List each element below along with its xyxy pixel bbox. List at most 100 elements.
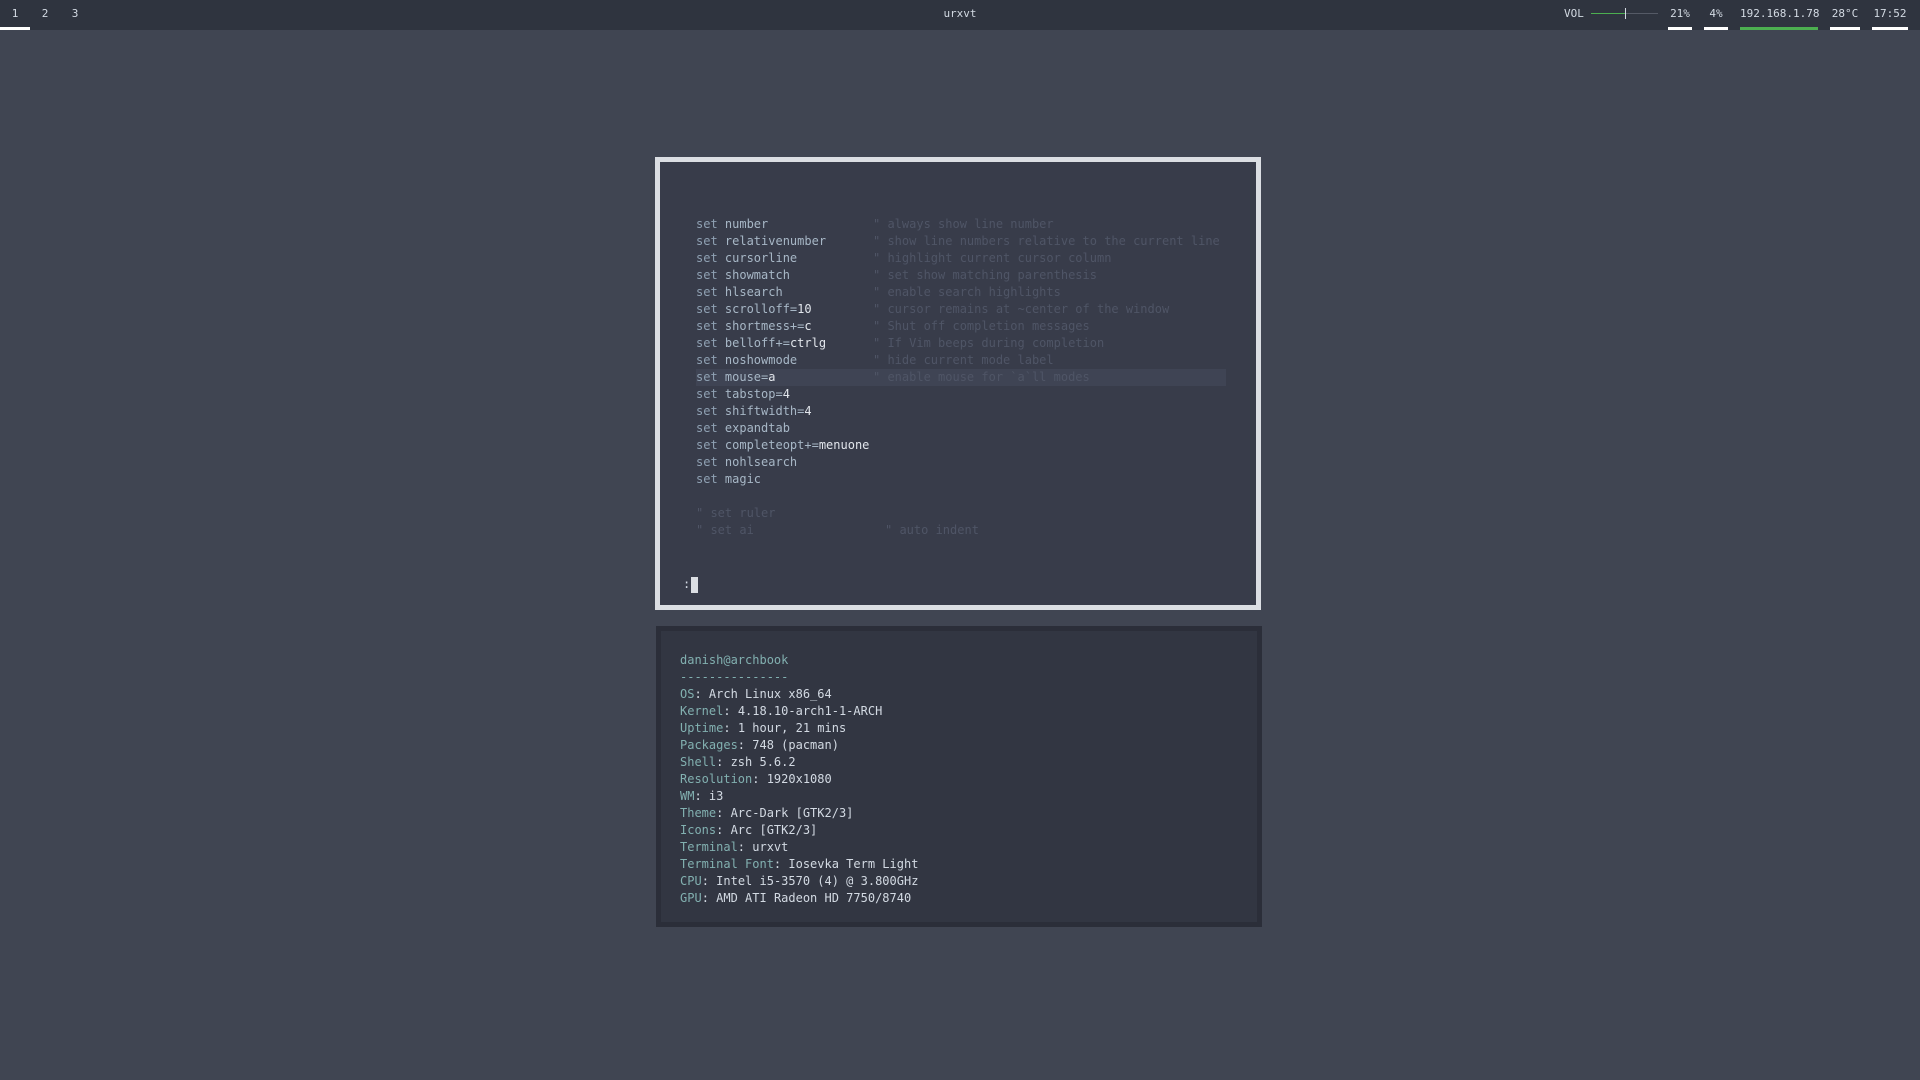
info-row: Packages: 748 (pacman) [680,737,918,754]
info-colon: : [723,721,738,735]
vim-comment: " hide current mode label [873,353,1054,367]
vim-keyword: set [696,336,725,350]
info-value: Arc [GTK2/3] [730,823,818,837]
info-value: 1 hour, 21 mins [737,721,847,735]
memory-usage: 4% [1709,7,1723,20]
vim-setting: set number [696,216,768,233]
vim-option: relativenumber [724,234,827,248]
info-colon: : [716,755,731,769]
info-key: Uptime [680,721,724,735]
info-key: Packages [680,738,738,752]
vim-line: set scrolloff=10 " cursor remains at ~cen… [696,301,1226,318]
vim-value: 4 [782,387,790,401]
vim-command-line[interactable]: : [683,576,699,593]
text-cursor [691,576,699,593]
network-underline [1740,27,1818,30]
volume-module[interactable]: VOL [1562,0,1662,30]
volume-slider-knob[interactable] [1625,8,1626,19]
vim-comment: " cursor remains at ~center of the windo… [873,302,1170,316]
vim-terminal-window[interactable]: set number " always show line number set r… [655,157,1261,610]
vim-comment: " If Vim beeps during completion [873,336,1105,350]
vim-line: set noshowmode " hide current mode label [696,352,1226,369]
info-value: i3 [708,789,724,803]
vim-line: set shiftwidth=4 [696,403,1226,420]
info-row: Kernel: 4.18.10-arch1-1-ARCH [680,703,918,720]
vim-setting: set cursorline [696,250,797,267]
vim-setting: set expandtab [696,420,790,437]
vim-line: set nohlsearch [696,454,1226,471]
info-value: urxvt [752,840,789,854]
info-colon: : [694,687,709,701]
info-key: Icons [680,823,717,837]
vim-comment: " Shut off completion messages [873,319,1090,333]
info-key: GPU [680,891,702,905]
info-value: 748 (pacman) [752,738,839,752]
vim-option: hlsearch [724,285,783,299]
info-row: Icons: Arc [GTK2/3] [680,822,918,839]
vim-setting: set shortmess+=c [696,318,812,335]
vim-setting: set showmatch [696,267,790,284]
info-row: WM: i3 [680,788,918,805]
vim-option: nohlsearch [724,455,798,469]
vim-line: set mouse=a " enable mouse for `a`ll mode… [696,369,1226,386]
volume-slider-fill [1591,13,1625,14]
volume-slider[interactable] [1591,8,1658,19]
workspace-label: 3 [71,7,79,20]
vim-line: set number " always show line number [696,216,1226,233]
info-colon: : [737,840,753,854]
vim-option: expandtab [724,421,790,435]
vim-setting: set hlsearch [696,284,783,301]
info-key: Kernel [680,704,724,718]
vim-keyword: set [696,353,725,367]
memory-underline [1704,27,1728,30]
vim-keyword: set [696,302,725,316]
cpu-usage: 21% [1670,7,1690,20]
info-row: Shell: zsh 5.6.2 [680,754,918,771]
workspace-1-button[interactable]: 1 [0,0,30,30]
info-colon: : [701,891,717,905]
vim-keyword: set [696,387,725,401]
vim-comment: " auto indent [885,523,979,537]
info-key: Terminal [680,840,738,854]
workspace-3-button[interactable]: 3 [60,0,90,30]
vim-option: tabstop= [724,387,783,401]
info-colon: : [723,704,738,718]
user-host: danish@archbook [680,653,789,667]
vim-keyword: set [696,268,725,282]
separator: --------------- [680,670,789,684]
vim-value: a [768,370,776,384]
vim-keyword: set [696,251,725,265]
ip-address: 192.168.1.78 [1740,7,1820,20]
vim-comment: " always show line number [873,217,1054,231]
neofetch-output: danish@archbook --------------- OS: Arch… [680,652,918,907]
vim-line: set shortmess+=c " Shut off completion me… [696,318,1226,335]
vim-comment: " highlight current cursor column [873,251,1112,265]
vim-line: set completeopt+=menuone [696,437,1226,454]
vim-keyword: set [696,472,725,486]
info-value: Intel i5-3570 (4) @ 3.800GHz [716,874,919,888]
volume-label: VOL [1564,7,1584,20]
status-bar: 1 2 3 urxvt VOL 21% 4% 192.168.1.78 28°C… [0,0,1920,30]
info-value: AMD ATI Radeon HD 7750/8740 [716,891,912,905]
network-module: 192.168.1.78 [1740,0,1820,30]
memory-module: 4% [1704,0,1728,30]
neofetch-terminal-window[interactable]: danish@archbook --------------- OS: Arch… [656,626,1262,927]
temperature: 28°C [1831,7,1859,20]
cpu-module: 21% [1668,0,1692,30]
vim-setting: set nohlsearch [696,454,797,471]
info-colon: : [752,772,767,786]
vim-setting: set tabstop=4 [696,386,790,403]
workspace-2-button[interactable]: 2 [30,0,60,30]
info-colon: : [716,806,731,820]
info-key: CPU [680,874,702,888]
vim-comment: " set ai [696,523,754,537]
vim-option: cursorline [724,251,798,265]
vim-option: shortmess+= [724,319,805,333]
vim-option: magic [724,472,762,486]
info-row: Terminal Font: Iosevka Term Light [680,856,918,873]
info-value: Arc-Dark [GTK2/3] [730,806,854,820]
vim-value: c [804,319,812,333]
vim-line: set tabstop=4 [696,386,1226,403]
info-value: zsh 5.6.2 [730,755,796,769]
workspace-label: 2 [41,7,49,20]
